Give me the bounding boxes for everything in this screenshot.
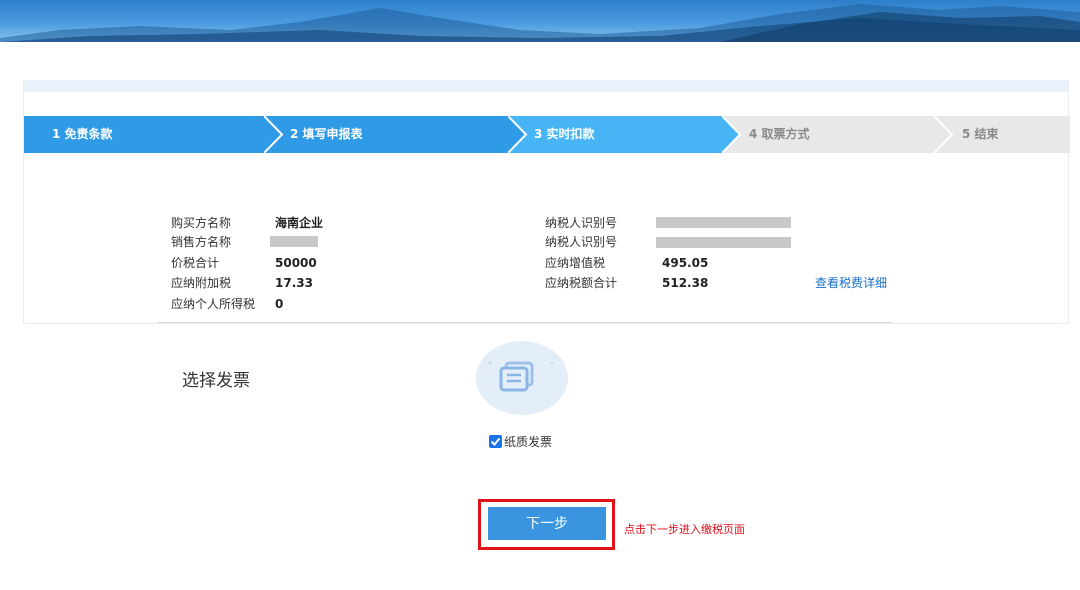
step-4: 4 取票方式 — [722, 116, 954, 153]
info-divider — [158, 322, 893, 323]
price-tax-total-value: 50000 — [275, 256, 317, 270]
tax-total-label: 应纳税额合计 — [545, 276, 618, 290]
taxpayer-id-label-2: 纳税人识别号 — [545, 235, 618, 249]
taxpayer-id-label-1: 纳税人识别号 — [545, 216, 618, 230]
step-5: 5 结束 — [934, 116, 1070, 153]
header-banner — [0, 0, 1080, 42]
next-step-button[interactable]: 下一步 — [488, 507, 606, 540]
step-4-label: 4 取票方式 — [749, 127, 810, 141]
select-invoice-title: 选择发票 — [182, 371, 250, 391]
next-step-hint: 点击下一步进入缴税页面 — [624, 523, 745, 536]
surcharge-value: 17.33 — [275, 276, 313, 290]
paper-invoice-label: 纸质发票 — [504, 434, 553, 449]
vat-label: 应纳增值税 — [545, 256, 606, 270]
tax-total-value: 512.38 — [662, 276, 709, 290]
step-3: 3 实时扣款 — [508, 116, 742, 153]
price-tax-total-label: 价税合计 — [171, 256, 220, 270]
paper-invoice-option[interactable]: 纸质发票 — [489, 433, 552, 449]
surcharge-label: 应纳附加税 — [171, 276, 232, 290]
progress-steps: 1 免责条款 2 填写申报表 3 实时扣款 4 取票方式 5 结束 — [24, 116, 1070, 153]
step-5-shape — [934, 116, 1070, 153]
mountain-banner-art — [0, 4, 1080, 42]
step-1-label: 1 免责条款 — [52, 127, 113, 141]
buyer-name-value: 海南企业 — [275, 216, 324, 230]
step-3-label: 3 实时扣款 — [534, 127, 595, 141]
panel-top-strip — [24, 81, 1068, 92]
invoice-icon — [488, 357, 556, 392]
buyer-name-label: 购买方名称 — [171, 216, 232, 230]
step-5-label: 5 结束 — [962, 127, 999, 141]
taxpayer-id-redacted-1 — [656, 217, 791, 228]
paper-invoice-checkbox[interactable] — [489, 434, 502, 448]
taxpayer-id-redacted-2 — [656, 237, 791, 248]
invoice-icon-badge — [476, 341, 568, 415]
step-1: 1 免责条款 — [24, 116, 282, 153]
vat-value: 495.05 — [662, 256, 709, 270]
step-2: 2 填写申报表 — [264, 116, 528, 153]
seller-name-redacted — [270, 236, 318, 247]
personal-income-tax-label: 应纳个人所得税 — [171, 297, 256, 311]
step-2-label: 2 填写申报表 — [290, 127, 363, 141]
tax-detail-link[interactable]: 查看税费详细 — [815, 275, 887, 291]
seller-name-label: 销售方名称 — [171, 235, 232, 249]
check-icon — [490, 437, 501, 446]
personal-income-tax-value: 0 — [275, 297, 284, 311]
